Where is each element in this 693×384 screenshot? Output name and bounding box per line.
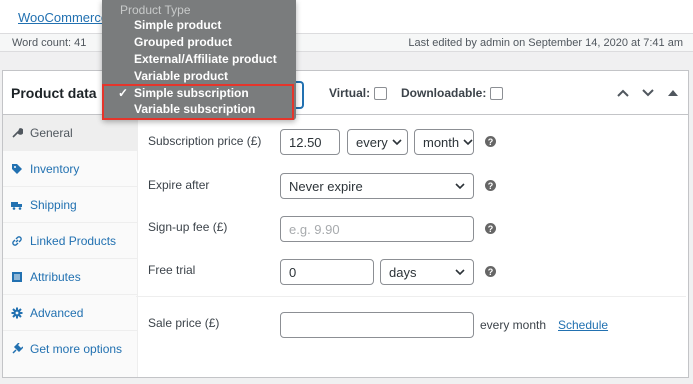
- tab-general[interactable]: General: [3, 115, 138, 151]
- tag-icon: [11, 163, 23, 175]
- tab-label: Shipping: [30, 197, 77, 212]
- option-variable-product[interactable]: Variable product: [134, 69, 228, 83]
- tab-inventory[interactable]: Inventory: [3, 151, 138, 187]
- billing-interval-select[interactable]: every: [347, 129, 408, 155]
- product-data-tabs: General Inventory Shipping Linked Produc…: [3, 115, 138, 377]
- tab-advanced[interactable]: Advanced: [3, 295, 138, 331]
- wrench-icon: [11, 127, 23, 139]
- chevron-down-icon: [392, 138, 402, 145]
- subscription-price-label: Subscription price (£): [148, 134, 262, 148]
- word-count: Word count: 41: [12, 37, 87, 49]
- chevron-down-icon: [455, 182, 465, 189]
- tab-label: Get more options: [30, 342, 123, 356]
- expire-after-value: Never expire: [289, 178, 363, 194]
- option-external-affiliate-product[interactable]: External/Affiliate product: [134, 52, 277, 66]
- billing-period-select[interactable]: month: [414, 129, 474, 155]
- sale-price-input[interactable]: [280, 312, 474, 338]
- free-trial-label: Free trial: [148, 263, 196, 277]
- expire-after-select[interactable]: Never expire: [280, 173, 474, 199]
- free-trial-unit-value: days: [389, 264, 417, 280]
- caret-up-icon[interactable]: [665, 85, 681, 101]
- list-icon: [11, 271, 23, 283]
- billing-period-value: month: [423, 134, 460, 150]
- free-trial-input[interactable]: 0: [280, 259, 374, 285]
- section-divider: [136, 296, 686, 297]
- woocommerce-link[interactable]: WooCommerce: [18, 10, 108, 25]
- tab-shipping[interactable]: Shipping: [3, 187, 138, 223]
- sale-price-suffix: every month: [480, 318, 547, 332]
- tab-attributes[interactable]: Attributes: [3, 259, 138, 295]
- signup-fee-label: Sign-up fee (£): [148, 220, 228, 234]
- help-icon[interactable]: ?: [485, 223, 496, 234]
- chevron-down-icon[interactable]: [640, 85, 656, 101]
- product-data-title: Product data: [11, 85, 97, 101]
- virtual-option[interactable]: Virtual:: [329, 86, 388, 100]
- option-grouped-product[interactable]: Grouped product: [134, 35, 232, 49]
- option-simple-product[interactable]: Simple product: [134, 18, 221, 32]
- schedule-link[interactable]: Schedule: [558, 318, 608, 332]
- plugin-icon: [11, 343, 23, 355]
- tab-get-more-options[interactable]: Get more options: [3, 331, 138, 367]
- gear-icon: [11, 307, 23, 319]
- help-icon[interactable]: ?: [485, 266, 496, 277]
- tab-label: Advanced: [30, 305, 84, 320]
- downloadable-label: Downloadable:: [401, 86, 487, 100]
- help-icon[interactable]: ?: [485, 136, 496, 147]
- help-icon[interactable]: ?: [485, 180, 496, 191]
- subscription-options-highlight: [102, 84, 294, 120]
- virtual-checkbox[interactable]: [374, 86, 388, 100]
- free-trial-unit-select[interactable]: days: [380, 259, 474, 285]
- tab-label: General: [30, 125, 73, 140]
- dropdown-group-label: Product Type: [120, 3, 191, 17]
- last-edited: Last edited by admin on September 14, 20…: [408, 37, 683, 49]
- chevron-up-icon[interactable]: [615, 85, 631, 101]
- chevron-down-icon: [455, 268, 465, 275]
- tab-label: Inventory: [30, 161, 80, 176]
- link-icon: [11, 235, 23, 247]
- sale-price-label: Sale price (£): [148, 316, 220, 330]
- tab-linked-products[interactable]: Linked Products: [3, 223, 138, 259]
- subscription-price-input[interactable]: 12.50: [280, 129, 340, 155]
- billing-interval-value: every: [356, 134, 388, 150]
- truck-icon: [11, 199, 23, 211]
- virtual-label: Virtual:: [329, 86, 371, 100]
- chevron-down-icon: [463, 138, 473, 145]
- tab-label: Linked Products: [30, 233, 117, 248]
- signup-fee-input[interactable]: e.g. 9.90: [280, 216, 474, 242]
- tab-label: Attributes: [30, 269, 81, 284]
- downloadable-option[interactable]: Downloadable:: [401, 86, 504, 100]
- downloadable-checkbox[interactable]: [490, 86, 504, 100]
- expire-after-label: Expire after: [148, 178, 210, 192]
